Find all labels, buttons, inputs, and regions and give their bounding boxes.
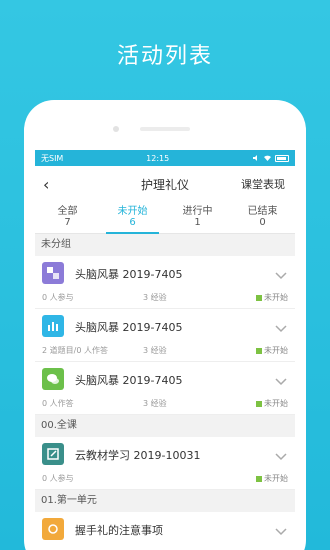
activity-title: 头脑风暴 2019-7405 bbox=[75, 321, 183, 334]
tab-label: 进行中 bbox=[182, 206, 213, 217]
status-tabs: 全部 7 未开始 6 进行中 1 已结束 0 bbox=[35, 202, 295, 234]
activity-title: 头脑风暴 2019-7405 bbox=[75, 268, 183, 281]
phone-frame: 无SIM 12:15 ‹ 护理礼仪 课堂表现 全部 7 未开始 6 进行中 1 … bbox=[24, 100, 306, 550]
chevron-down-icon[interactable] bbox=[275, 272, 287, 280]
chevron-down-icon[interactable] bbox=[275, 378, 287, 386]
activity-meta: 0 人作答 bbox=[42, 399, 74, 408]
activity-title: 握手礼的注意事项 bbox=[75, 524, 163, 537]
activity-item[interactable]: 头脑风暴 2019-7405 0 人作答 3 经验 未开始 bbox=[35, 362, 295, 415]
status-text: 未开始 bbox=[264, 293, 288, 302]
activity-item[interactable]: 头脑风暴 2019-7405 0 人参与 3 经验 未开始 bbox=[35, 256, 295, 309]
activity-exp: 3 经验 bbox=[143, 293, 167, 302]
status-dot bbox=[256, 294, 262, 301]
activity-exp: 3 经验 bbox=[143, 399, 167, 408]
activity-exp: 3 经验 bbox=[143, 346, 167, 355]
status-text: 未开始 bbox=[264, 346, 288, 355]
tab-not-started[interactable]: 未开始 6 bbox=[100, 202, 165, 234]
clock: 12:15 bbox=[146, 153, 170, 163]
chat-icon bbox=[42, 368, 64, 390]
group-header: 未分组 bbox=[35, 234, 295, 256]
tab-count: 6 bbox=[129, 217, 136, 228]
speaker-grille bbox=[140, 127, 190, 131]
chevron-down-icon[interactable] bbox=[275, 528, 287, 536]
status-bar: 无SIM 12:15 bbox=[35, 150, 295, 166]
wifi-icon bbox=[264, 155, 271, 161]
resource-icon bbox=[42, 518, 64, 540]
battery-icon bbox=[275, 154, 289, 162]
activity-title: 云教材学习 2019-10031 bbox=[75, 449, 201, 462]
carrier-label: 无SIM bbox=[41, 153, 64, 163]
tab-count: 7 bbox=[64, 217, 71, 228]
status-text: 未开始 bbox=[264, 474, 288, 483]
activity-item[interactable]: 云教材学习 2019-10031 0 人参与 未开始 bbox=[35, 437, 295, 490]
tab-ended[interactable]: 已结束 0 bbox=[230, 202, 295, 233]
activity-title: 头脑风暴 2019-7405 bbox=[75, 374, 183, 387]
activity-meta: 2 道题目/0 人作答 bbox=[42, 346, 108, 355]
camera-dot bbox=[113, 126, 119, 132]
status-dot bbox=[256, 347, 262, 354]
activity-item[interactable]: 握手礼的注意事项 bbox=[35, 512, 295, 550]
chevron-down-icon[interactable] bbox=[275, 325, 287, 333]
group-header: 01.第一单元 bbox=[35, 490, 295, 512]
nav-bar: ‹ 护理礼仪 课堂表现 bbox=[35, 166, 295, 202]
chevron-down-icon[interactable] bbox=[275, 453, 287, 461]
tab-count: 1 bbox=[194, 217, 201, 228]
status-dot bbox=[256, 400, 262, 407]
tab-count: 0 bbox=[259, 217, 266, 228]
status-text: 未开始 bbox=[264, 399, 288, 408]
activity-item[interactable]: 头脑风暴 2019-7405 2 道题目/0 人作答 3 经验 未开始 bbox=[35, 309, 295, 362]
banner-title: 活动列表 bbox=[116, 44, 213, 69]
activity-meta: 0 人参与 bbox=[42, 293, 74, 302]
app-screen: 无SIM 12:15 ‹ 护理礼仪 课堂表现 全部 7 未开始 6 进行中 1 … bbox=[35, 150, 295, 550]
textbook-icon bbox=[42, 443, 64, 465]
activity-meta: 0 人参与 bbox=[42, 474, 74, 483]
tab-in-progress[interactable]: 进行中 1 bbox=[165, 202, 230, 233]
status-badge: 未开始 bbox=[256, 473, 288, 484]
status-badge: 未开始 bbox=[256, 398, 288, 409]
chart-icon bbox=[42, 315, 64, 337]
status-icons bbox=[252, 154, 289, 162]
status-badge: 未开始 bbox=[256, 345, 288, 356]
tab-label: 已结束 bbox=[247, 206, 278, 217]
status-badge: 未开始 bbox=[256, 292, 288, 303]
group-header: 00.全课 bbox=[35, 415, 295, 437]
tab-all[interactable]: 全部 7 bbox=[35, 202, 100, 233]
tab-label: 未开始 bbox=[117, 206, 148, 217]
brainstorm-icon bbox=[42, 262, 64, 284]
mute-icon bbox=[253, 155, 257, 161]
class-performance-button[interactable]: 课堂表现 bbox=[241, 176, 285, 192]
status-dot bbox=[256, 475, 262, 482]
tab-label: 全部 bbox=[57, 206, 78, 217]
